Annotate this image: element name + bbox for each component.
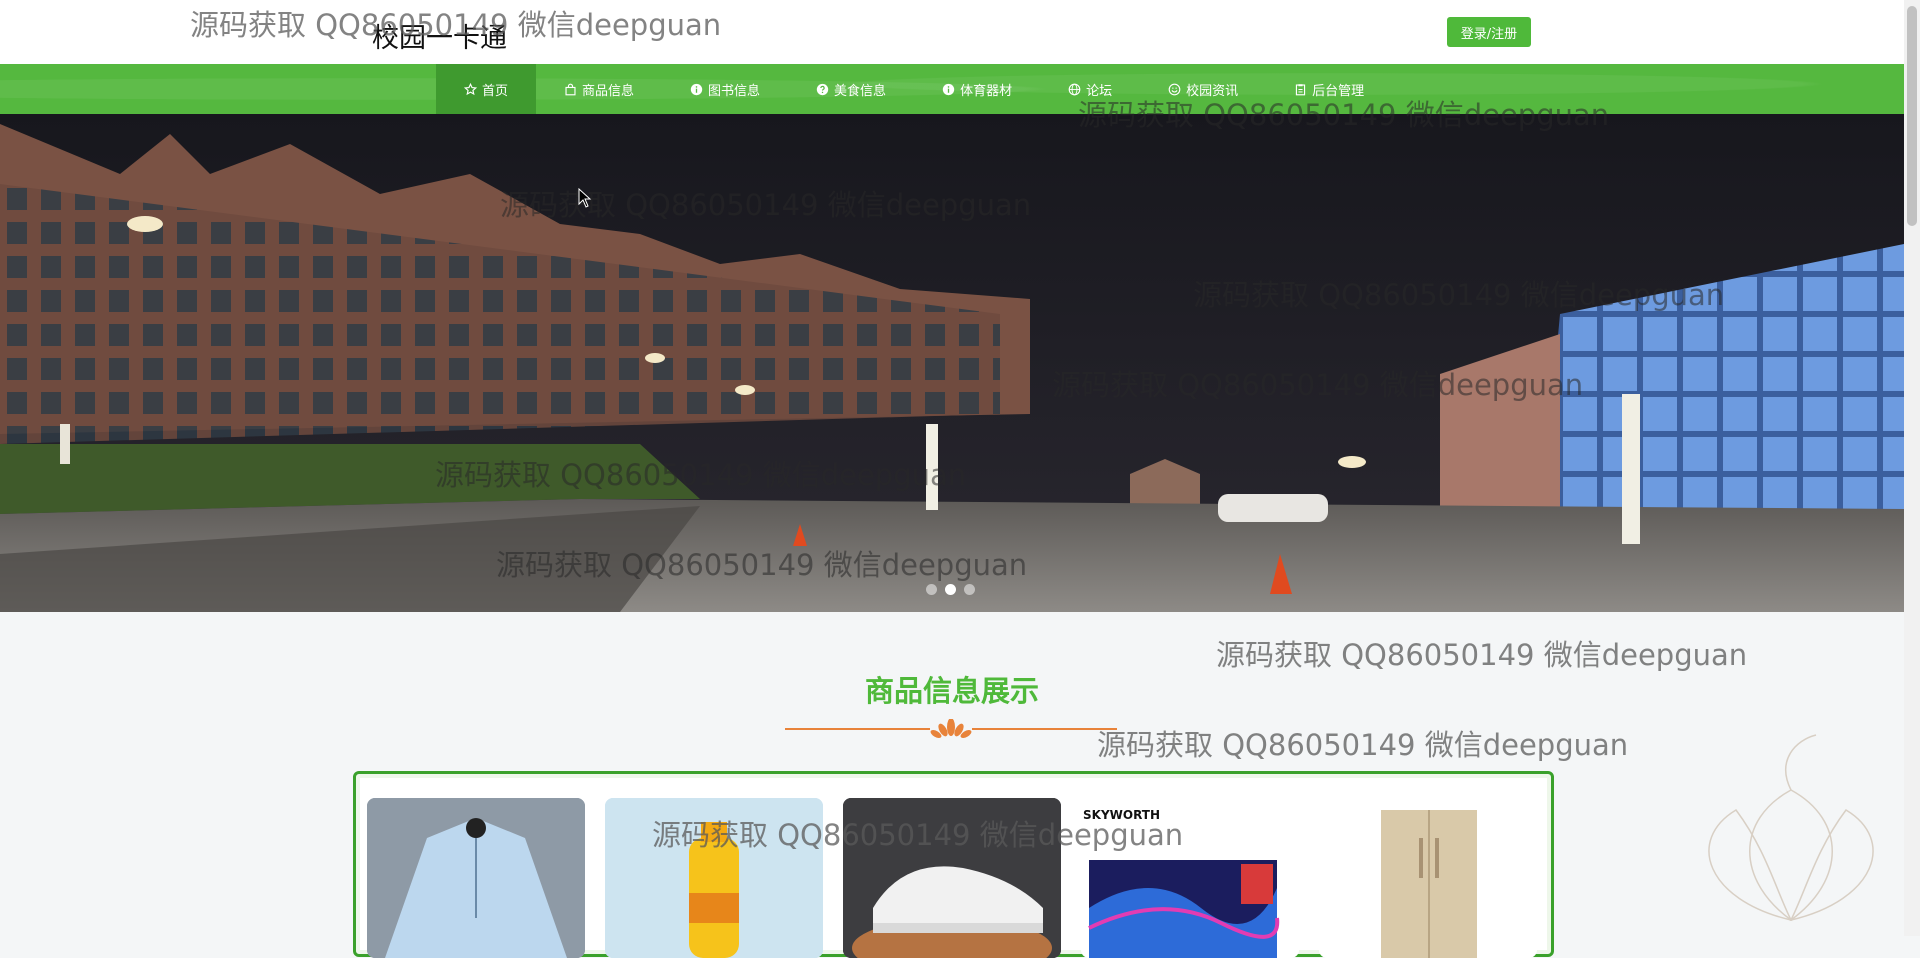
product-card[interactable] [367, 798, 585, 958]
watermark-text: 源码获取 QQ86050149 微信deepguan [1097, 728, 1629, 762]
bag-icon [565, 83, 576, 95]
question-circle-icon [816, 83, 829, 95]
nav-item-label: 美食信息 [834, 83, 887, 99]
carousel-dot[interactable] [964, 584, 975, 595]
nav-item-sports[interactable]: 体育器材 [914, 64, 1040, 114]
watermark-text: 源码获取 QQ86050149 微信deepguan [190, 8, 722, 42]
watermark-text: 源码获取 QQ86050149 微信deepguan [1052, 368, 1584, 402]
product-image-refrigerator [1381, 810, 1477, 958]
login-register-button[interactable]: 登录/注册 [1447, 17, 1531, 47]
nav-item-label: 图书信息 [708, 83, 761, 99]
decorative-flower-icon [1708, 734, 1874, 922]
info-circle-icon [942, 83, 955, 95]
nav-item-books[interactable]: 图书信息 [662, 64, 788, 114]
watermark-text: 源码获取 QQ86050149 微信deepguan [1216, 638, 1748, 672]
lotus-divider-icon [785, 719, 1117, 738]
watermark-text: 源码获取 QQ86050149 微信deepguan [496, 548, 1028, 582]
watermark-text: 源码获取 QQ86050149 微信deepguan [652, 818, 1184, 852]
info-circle-icon [690, 83, 703, 95]
nav-item-products[interactable]: 商品信息 [536, 64, 662, 114]
carousel-indicators [926, 584, 975, 595]
page-scrollbar[interactable] [1904, 0, 1920, 936]
product-card[interactable] [1319, 798, 1537, 958]
carousel-dot[interactable] [926, 584, 937, 595]
nav-item-label: 商品信息 [582, 83, 635, 99]
watermark-text: 源码获取 QQ86050149 微信deepguan [435, 458, 967, 492]
nav-item-label: 首页 [482, 83, 509, 99]
product-image-shirt [367, 798, 585, 958]
nav-item-home[interactable]: 首页 [436, 64, 537, 114]
watermark-text: 源码获取 QQ86050149 微信deepguan [1193, 278, 1725, 312]
star-icon [464, 82, 477, 95]
main-nav: 首页 商品信息 图书信息 美食信息 体育器材 论坛 校园资讯 后台管理 [0, 64, 1904, 114]
watermark-text: 源码获取 QQ86050149 微信deepguan [1078, 98, 1610, 132]
nav-item-label: 体育器材 [960, 83, 1013, 99]
mouse-pointer-icon [578, 188, 592, 208]
section-title: 商品信息展示 [864, 674, 1039, 708]
nav-item-food[interactable]: 美食信息 [788, 64, 914, 114]
scrollbar-thumb[interactable] [1907, 6, 1917, 226]
carousel-dot[interactable] [945, 584, 956, 595]
product-carousel: SKYWORTH [353, 771, 1554, 958]
